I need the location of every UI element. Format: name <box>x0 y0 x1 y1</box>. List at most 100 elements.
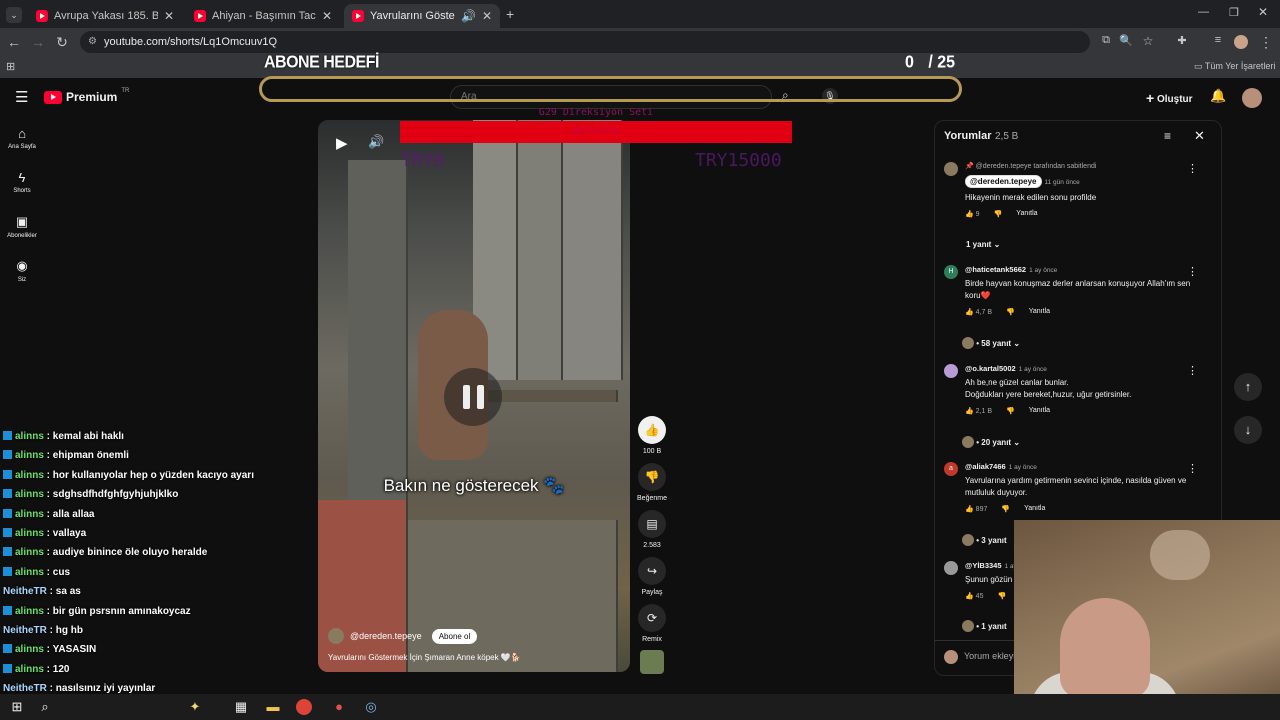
dislike-icon[interactable]: 👎 <box>1006 407 1015 415</box>
all-bookmarks-label: Tüm Yer İşaretleri <box>1204 61 1276 71</box>
comments-button[interactable]: ▤ 2.583 <box>636 510 668 549</box>
reload-icon[interactable]: ↻ <box>54 34 70 51</box>
replies-toggle[interactable]: • 3 yanıt <box>962 534 1007 546</box>
volume-icon[interactable]: 🔊 <box>368 134 384 150</box>
like-icon[interactable]: 👍 <box>965 506 974 513</box>
comment-author[interactable]: @haticetank5662 <box>965 265 1026 274</box>
forward-icon[interactable]: → <box>30 34 46 50</box>
dislike-icon[interactable]: 👎 <box>994 210 1003 218</box>
youtube-logo[interactable]: Premium TR <box>44 88 129 104</box>
apps-grid-icon[interactable]: ⊞ <box>6 60 15 73</box>
install-icon[interactable]: ⧉ <box>1098 34 1114 47</box>
comment-avatar[interactable] <box>944 162 958 176</box>
replies-toggle[interactable]: • 58 yanıt ⌄ <box>962 337 1020 349</box>
previous-video-button[interactable]: ↑ <box>1234 373 1262 401</box>
close-tab-icon[interactable]: ✕ <box>164 9 174 23</box>
like-button[interactable]: 👍 100 B <box>636 416 668 455</box>
tab-3-active[interactable]: Yavrularını Göstermek İçin Ş 🔊 ✕ <box>344 4 500 28</box>
dislike-icon[interactable]: 👎 <box>1001 505 1010 513</box>
sidebar-item-shorts[interactable]: ϟ Shorts <box>0 170 44 194</box>
chrome-icon[interactable] <box>296 699 312 715</box>
close-comments-icon[interactable]: ✕ <box>1194 128 1205 144</box>
replies-toggle[interactable]: • 1 yanıt <box>962 620 1007 632</box>
notifications-bell-icon[interactable]: 🔔 <box>1210 88 1226 104</box>
like-icon[interactable]: 👍 <box>965 211 974 218</box>
goal-current: 0 <box>905 53 914 72</box>
close-tab-icon[interactable]: ✕ <box>482 9 492 23</box>
task-view-icon[interactable]: ▦ <box>232 698 250 716</box>
comment-avatar[interactable] <box>944 364 958 378</box>
replies-count: 58 yanıt <box>981 339 1012 348</box>
dislike-icon[interactable]: 👎 <box>1006 308 1015 316</box>
remix-button[interactable]: ⟳ Remix <box>636 604 668 643</box>
dislike-icon[interactable]: 👎 <box>997 592 1006 600</box>
site-info-icon[interactable]: ⚙ <box>88 31 97 53</box>
reply-button[interactable]: Yanıtla <box>1029 308 1050 316</box>
tab-search-icon[interactable]: ⌄ <box>6 7 22 23</box>
bookmark-star-icon[interactable]: ☆ <box>1140 34 1156 48</box>
minimize-icon[interactable]: — <box>1198 6 1209 18</box>
subscribe-button[interactable]: Abone ol <box>431 628 478 644</box>
comment-author[interactable]: @aliak7466 <box>965 462 1006 471</box>
profile-avatar[interactable] <box>1234 35 1248 49</box>
replies-toggle[interactable]: • 20 yanıt ⌄ <box>962 436 1020 448</box>
comment-avatar[interactable]: a <box>944 462 958 476</box>
copilot-icon[interactable]: ✦ <box>186 698 204 716</box>
dislike-button[interactable]: 👎 Beğenme <box>636 463 668 502</box>
chat-text: YASASIN <box>52 644 97 656</box>
reply-button[interactable]: Yanıtla <box>1016 210 1037 218</box>
close-tab-icon[interactable]: ✕ <box>322 9 332 23</box>
like-icon[interactable]: 👍 <box>965 309 974 316</box>
tab-2[interactable]: Ahiyan - Başımın Tacı (Official V ✕ <box>186 4 340 28</box>
chrome-menu-icon[interactable]: ⋮ <box>1258 34 1274 51</box>
shorts-video-player[interactable]: ▶ 🔊 Bakın ne gösterecek 🐾 @dereden.tepey… <box>318 120 630 672</box>
sound-thumbnail[interactable] <box>640 650 664 674</box>
share-button[interactable]: ↪ Paylaş <box>636 557 668 596</box>
zoom-icon[interactable]: 🔍 <box>1118 34 1134 47</box>
comment-avatar[interactable]: H <box>944 265 958 279</box>
comment-avatar[interactable] <box>944 561 958 575</box>
video-title[interactable]: Yavrularını Göstermek İçin Şımaran Anne … <box>328 653 521 662</box>
channel-name[interactable]: @dereden.tepeye <box>350 631 422 641</box>
reply-button[interactable]: Yanıtla <box>1024 505 1045 513</box>
comment-author[interactable]: @YİB3345 <box>965 561 1002 570</box>
pause-icon[interactable] <box>444 368 502 426</box>
sidebar-item-subscriptions[interactable]: ▣ Abonelikler <box>0 214 44 239</box>
channel-avatar[interactable] <box>328 628 344 644</box>
reply-button[interactable]: Yanıtla <box>1029 407 1050 415</box>
new-tab-icon[interactable]: + <box>506 6 514 22</box>
tab-1[interactable]: Avrupa Yakası 185. Bölüm | HD ✕ <box>28 4 182 28</box>
reading-list-icon[interactable]: ≡ <box>1210 34 1226 46</box>
taskbar-search-icon[interactable]: ⌕ <box>36 698 54 716</box>
comment-author[interactable]: @dereden.tepeye <box>965 175 1042 188</box>
restore-icon[interactable]: ❐ <box>1229 6 1239 19</box>
all-bookmarks-folder[interactable]: ▭ Tüm Yer İşaretleri <box>1194 61 1275 72</box>
windows-start-icon[interactable]: ⊞ <box>8 698 26 716</box>
comment-menu-icon[interactable]: ⋮ <box>1187 364 1198 377</box>
chat-message: NeitheTR : hg hb <box>3 625 84 636</box>
close-window-icon[interactable]: ✕ <box>1258 5 1268 19</box>
sidebar-item-home[interactable]: ⌂ Ana Sayfa <box>0 126 44 150</box>
file-explorer-icon[interactable]: ▬ <box>264 698 282 716</box>
sidebar-item-you[interactable]: ◉ Siz <box>0 258 44 283</box>
next-video-button[interactable]: ↓ <box>1234 416 1262 444</box>
like-icon[interactable]: 👍 <box>965 593 974 600</box>
play-icon[interactable]: ▶ <box>336 134 348 152</box>
comment-likes: 9 <box>975 211 980 218</box>
hamburger-menu-icon[interactable]: ☰ <box>15 88 28 106</box>
comment-menu-icon[interactable]: ⋮ <box>1187 162 1198 175</box>
comment-text: Hikayenin merak edilen sonu profilde <box>965 193 1097 202</box>
replies-toggle[interactable]: 1 yanıt ⌄ <box>966 240 1000 249</box>
address-bar[interactable]: ⚙ youtube.com/shorts/Lq1Omcuuv1Q <box>80 31 1090 53</box>
comment-menu-icon[interactable]: ⋮ <box>1187 462 1198 475</box>
comment-menu-icon[interactable]: ⋮ <box>1187 265 1198 278</box>
create-button[interactable]: + Oluştur <box>1146 90 1193 106</box>
steam-icon[interactable]: ◎ <box>362 698 380 716</box>
back-icon[interactable]: ← <box>6 34 22 50</box>
like-icon[interactable]: 👍 <box>965 408 974 415</box>
extensions-icon[interactable]: ✚ <box>1174 34 1190 47</box>
comment-author[interactable]: @o.kartal5002 <box>965 364 1016 373</box>
obs-icon[interactable]: ● <box>330 698 348 716</box>
sort-icon[interactable]: ≡ <box>1164 129 1171 143</box>
account-avatar[interactable] <box>1242 88 1262 108</box>
